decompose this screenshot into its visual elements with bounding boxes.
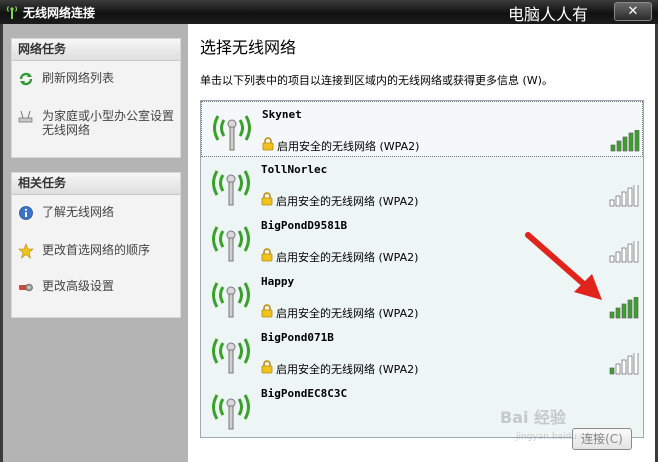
- info-icon: [19, 206, 33, 220]
- signal-bar: [621, 359, 627, 375]
- signal-bar: [627, 299, 633, 319]
- signal-bar: [609, 255, 615, 263]
- wireless-antenna-icon: [212, 226, 250, 262]
- setup-home-network-link[interactable]: 为家庭或小型办公室设置无线网络: [18, 109, 178, 139]
- wireless-antenna-icon: [212, 282, 250, 318]
- signal-strength-icon: [609, 297, 639, 319]
- signal-bar: [621, 247, 627, 263]
- wireless-antenna-icon: [213, 115, 251, 151]
- baidu-watermark-logo: Bai 经验: [500, 408, 567, 427]
- network-row-bigpond071b[interactable]: BigPond071B 启用安全的无线网络 (WPA2): [201, 325, 643, 382]
- wireless-antenna-icon: [212, 170, 250, 206]
- network-security: 启用安全的无线网络 (WPA2): [276, 307, 419, 320]
- signal-bar: [627, 187, 633, 207]
- lock-icon: [261, 304, 273, 318]
- watermark-text: 电脑人人有: [508, 5, 589, 24]
- lock-icon: [261, 360, 273, 374]
- setup-home-network-label: 为家庭或小型办公室设置无线网络: [42, 109, 175, 137]
- signal-bar: [609, 367, 615, 375]
- signal-bar: [609, 311, 615, 319]
- wireless-icon: [6, 6, 18, 19]
- signal-strength-icon: [610, 130, 640, 152]
- network-ssid: Skynet: [262, 108, 302, 121]
- network-row-tollnorlec[interactable]: TollNorlec 启用安全的无线网络 (WPA2): [201, 157, 643, 214]
- task-sidebar: 网络任务 刷新网络列表 为家庭或小型办公室设置无线网络 相关任务 了解无线网络 …: [3, 24, 188, 462]
- signal-strength-icon: [609, 241, 639, 263]
- signal-strength-icon: [609, 353, 639, 375]
- network-tasks-panel: 网络任务 刷新网络列表 为家庭或小型办公室设置无线网络: [11, 38, 181, 158]
- lock-icon: [262, 137, 274, 151]
- advanced-settings-icon: [19, 283, 33, 292]
- signal-bar: [633, 241, 639, 263]
- signal-bar: [621, 191, 627, 207]
- refresh-network-list-link[interactable]: 刷新网络列表: [18, 71, 178, 87]
- network-security: 启用安全的无线网络 (WPA2): [276, 195, 419, 208]
- wireless-antenna-icon: [212, 338, 250, 374]
- related-tasks-header: 相关任务: [12, 173, 180, 195]
- signal-bar: [634, 130, 640, 152]
- change-advanced-settings-label: 更改高级设置: [42, 279, 115, 293]
- signal-bar: [627, 243, 633, 263]
- change-advanced-settings-link[interactable]: 更改高级设置: [18, 279, 178, 295]
- learn-wireless-link[interactable]: 了解无线网络: [18, 205, 178, 221]
- signal-bar: [615, 195, 621, 207]
- red-arrow-annotation: [525, 232, 602, 300]
- star-icon: [18, 243, 34, 259]
- wireless-antenna-icon: [212, 394, 250, 430]
- lock-icon: [261, 248, 273, 262]
- signal-bar: [621, 303, 627, 319]
- change-network-order-link[interactable]: 更改首选网络的顺序: [18, 243, 178, 259]
- network-security: 启用安全的无线网络 (WPA2): [276, 363, 419, 376]
- baidu-watermark-url: jingyan.baidu.com: [516, 432, 600, 442]
- instruction-text: 单击以下列表中的项目以连接到区域内的无线网络或获得更多信息 (W)。: [200, 74, 553, 87]
- signal-bar: [616, 140, 622, 152]
- network-ssid: BigPond071B: [261, 331, 334, 344]
- page-title: 选择无线网络: [200, 38, 297, 57]
- setup-network-icon: [18, 110, 33, 123]
- lock-icon: [261, 192, 273, 206]
- network-ssid: BigPondD9581B: [261, 219, 348, 232]
- network-security: 启用安全的无线网络 (WPA2): [277, 140, 420, 153]
- network-ssid: BigPondEC8C3C: [261, 387, 348, 400]
- learn-wireless-label: 了解无线网络: [42, 205, 115, 219]
- refresh-network-list-label: 刷新网络列表: [42, 71, 115, 85]
- network-ssid: TollNorlec: [261, 163, 328, 176]
- signal-bar: [615, 363, 621, 375]
- network-row-skynet[interactable]: Skynet 启用安全的无线网络 (WPA2): [201, 101, 643, 157]
- network-tasks-header: 网络任务: [12, 39, 180, 61]
- close-button[interactable]: ✕: [614, 2, 652, 21]
- signal-bar: [622, 136, 628, 152]
- signal-bar: [633, 297, 639, 319]
- related-tasks-panel: 相关任务 了解无线网络 更改首选网络的顺序 更改高级设置: [11, 172, 181, 318]
- signal-bar: [633, 185, 639, 207]
- signal-bar: [628, 132, 634, 152]
- signal-bar: [609, 199, 615, 207]
- signal-bar: [615, 251, 621, 263]
- signal-bar: [615, 307, 621, 319]
- network-security: 启用安全的无线网络 (WPA2): [276, 251, 419, 264]
- refresh-icon: [19, 72, 33, 86]
- signal-bar: [627, 355, 633, 375]
- title-bar: 无线网络连接 电脑人人有 ✕: [0, 0, 658, 24]
- signal-strength-icon: [609, 185, 639, 207]
- window-title: 无线网络连接: [23, 6, 96, 20]
- signal-bar: [610, 144, 616, 152]
- change-network-order-label: 更改首选网络的顺序: [42, 243, 151, 257]
- signal-bar: [633, 353, 639, 375]
- network-ssid: Happy: [261, 275, 295, 288]
